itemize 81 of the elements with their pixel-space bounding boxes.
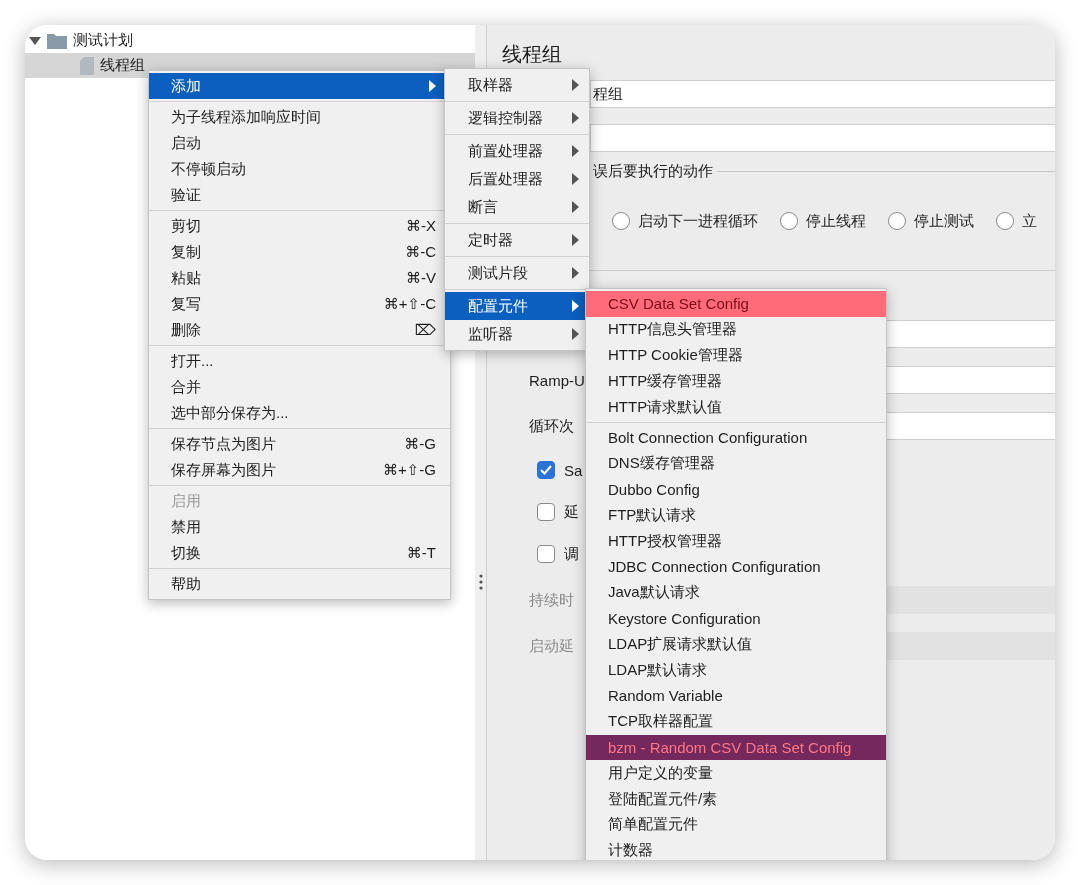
- radio-label: 停止线程: [806, 211, 866, 231]
- folder-icon: [47, 32, 67, 49]
- menu-item[interactable]: 定时器: [445, 226, 589, 254]
- splitter-handle-icon[interactable]: [478, 574, 483, 590]
- submenu-arrow-icon: [572, 201, 579, 213]
- tree-item[interactable]: 测试计划: [25, 28, 475, 53]
- document-icon: [80, 56, 94, 75]
- shortcut-label: ⌘-T: [406, 544, 436, 562]
- shortcut-label: ⌘+⇧-G: [383, 461, 436, 479]
- field-label: 启动延: [529, 636, 575, 656]
- expander-icon[interactable]: [29, 36, 41, 45]
- radio-label: 立: [1022, 211, 1037, 231]
- menu-item[interactable]: 选中部分保存为...: [149, 400, 450, 426]
- menu-item[interactable]: 帮助: [149, 571, 450, 597]
- menu-item[interactable]: 前置处理器: [445, 137, 589, 165]
- menu-item[interactable]: 合并: [149, 374, 450, 400]
- radio-label: 停止测试: [914, 211, 974, 231]
- menu-item[interactable]: 简单配置元件: [586, 811, 886, 838]
- menu-item[interactable]: HTTP Cookie管理器: [586, 342, 886, 369]
- menu-item[interactable]: DNS缓存管理器: [586, 450, 886, 477]
- menu-item[interactable]: 保存屏幕为图片 ⌘+⇧-G: [149, 457, 450, 483]
- checkbox[interactable]: [537, 503, 555, 521]
- menu-item[interactable]: 打开...: [149, 348, 450, 374]
- submenu-arrow-icon: [572, 267, 579, 279]
- menu-item[interactable]: LDAP默认请求: [586, 657, 886, 683]
- radio-button[interactable]: [612, 212, 630, 230]
- checkbox-label: 调: [564, 544, 579, 564]
- tree-label: 测试计划: [73, 31, 133, 50]
- checkbox[interactable]: [537, 461, 555, 479]
- shortcut-label: ⌘-G: [404, 435, 436, 453]
- checkbox-label: Sa: [564, 461, 583, 479]
- submenu-arrow-icon: [572, 79, 579, 91]
- tree-label: 线程组: [100, 56, 145, 75]
- menu-item[interactable]: 切换 ⌘-T: [149, 540, 450, 566]
- menu-item[interactable]: HTTP缓存管理器: [586, 368, 886, 395]
- comment-field[interactable]: [590, 124, 1055, 152]
- submenu-arrow-icon: [572, 112, 579, 124]
- menu-item[interactable]: LDAP扩展请求默认值: [586, 631, 886, 658]
- menu-item[interactable]: 计数器: [586, 837, 886, 860]
- checkbox-label: 延: [564, 502, 579, 522]
- checkbox[interactable]: [537, 545, 555, 563]
- shortcut-label: ⌘-X: [406, 217, 436, 235]
- menu-item[interactable]: HTTP信息头管理器: [586, 316, 886, 343]
- submenu-arrow-icon: [572, 234, 579, 246]
- name-field[interactable]: 程组: [590, 80, 1055, 108]
- panel-title: 线程组: [502, 42, 562, 67]
- menu-item[interactable]: 逻辑控制器: [445, 104, 589, 132]
- menu-item[interactable]: HTTP请求默认值: [586, 394, 886, 420]
- menu-item[interactable]: bzm - Random CSV Data Set Config: [586, 734, 886, 761]
- radio-button[interactable]: [888, 212, 906, 230]
- submenu-arrow-icon: [572, 173, 579, 185]
- menu-item[interactable]: 保存节点为图片 ⌘-G: [149, 431, 450, 457]
- menu-item[interactable]: Random Variable: [586, 682, 886, 709]
- menu-item[interactable]: 断言: [445, 193, 589, 221]
- menu-item[interactable]: Keystore Configuration: [586, 605, 886, 632]
- field-label: 循环次: [529, 416, 575, 436]
- menu-item[interactable]: CSV Data Set Config: [586, 291, 886, 317]
- submenu-arrow-icon: [572, 145, 579, 157]
- shortcut-label: ⌘-V: [406, 269, 436, 287]
- menu-item[interactable]: Bolt Connection Configuration: [586, 425, 886, 451]
- submenu-arrow-icon: [429, 80, 436, 92]
- field-label: 持续时: [529, 590, 575, 610]
- menu-item[interactable]: TCP取样器配置: [586, 708, 886, 735]
- radio-button[interactable]: [780, 212, 798, 230]
- menu-item[interactable]: JDBC Connection Configuration: [586, 553, 886, 580]
- radio-button[interactable]: [996, 212, 1014, 230]
- shortcut-label: ⌘+⇧-C: [383, 295, 436, 313]
- menu-item[interactable]: 禁用: [149, 514, 450, 540]
- menu-item[interactable]: FTP默认请求: [586, 502, 886, 529]
- section-legend: 误后要执行的动作: [593, 162, 713, 181]
- menu-item[interactable]: HTTP授权管理器: [586, 528, 886, 554]
- menu-item[interactable]: 后置处理器: [445, 165, 589, 193]
- radio-label: 启动下一进程循环: [638, 211, 758, 231]
- menu-item[interactable]: 用户定义的变量: [586, 760, 886, 787]
- shortcut-label: ⌦: [414, 321, 436, 339]
- menu-item[interactable]: Java默认请求: [586, 579, 886, 606]
- shortcut-label: ⌘-C: [405, 243, 436, 261]
- menu-item[interactable]: Dubbo Config: [586, 476, 886, 503]
- field-label: Ramp-U: [529, 371, 586, 389]
- menu-item[interactable]: 登陆配置元件/素: [586, 786, 886, 812]
- menu-item[interactable]: 测试片段: [445, 259, 589, 287]
